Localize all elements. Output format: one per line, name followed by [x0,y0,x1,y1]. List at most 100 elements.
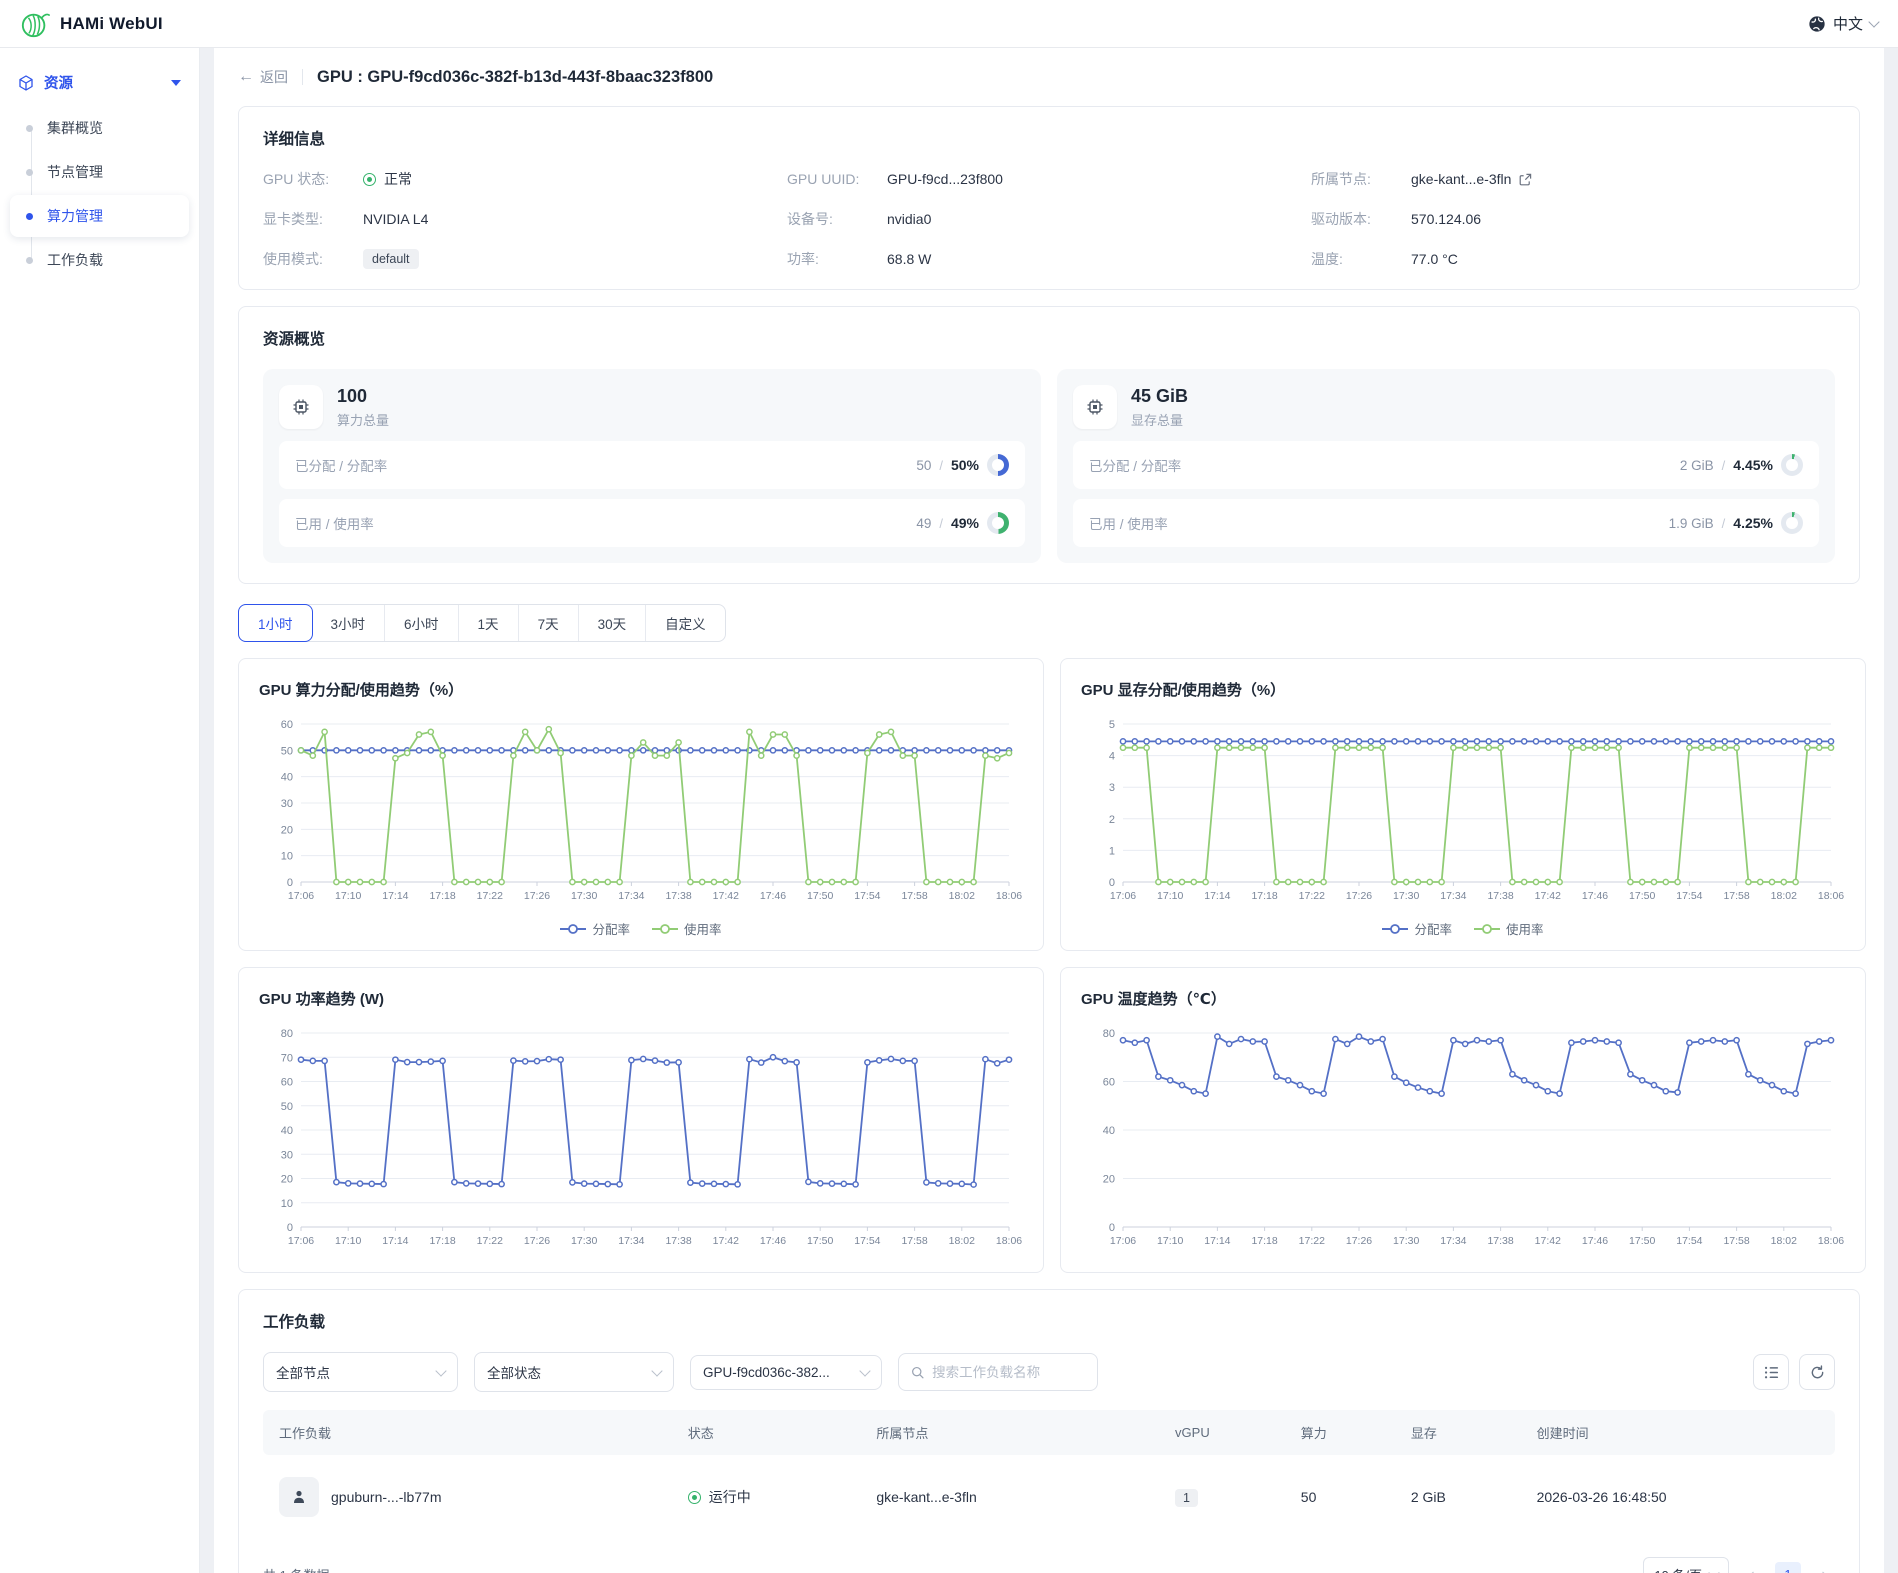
workload-name[interactable]: gpuburn-...-lb77m [331,1489,442,1505]
stat-value: 45 GiB [1131,386,1188,407]
svg-text:80: 80 [1103,1028,1115,1040]
prev-page-button[interactable]: ‹ [1741,1566,1763,1573]
svg-text:17:46: 17:46 [760,890,786,902]
sidebar-item-label: 算力管理 [47,206,103,226]
gpu-filter-value: GPU-f9cd036c-382... [703,1365,830,1380]
legend-item[interactable]: 分配率 [560,919,630,938]
compute-chip-icon [279,385,323,429]
legend-item[interactable]: 使用率 [652,919,722,938]
legend-item[interactable]: 使用率 [1474,919,1544,938]
svg-text:17:46: 17:46 [1582,1235,1608,1247]
pagination: 10 条/页 ‹ 1 › [1643,1557,1835,1573]
svg-text:0: 0 [287,1222,293,1234]
external-link-icon[interactable] [1519,173,1532,186]
workload-avatar-icon [279,1477,319,1517]
svg-text:20: 20 [281,1174,293,1186]
field-value: 77.0 °C [1411,251,1458,267]
sidebar-section-label: 资源 [44,72,161,93]
donut-gauge [1781,454,1803,476]
svg-text:10: 10 [281,851,293,863]
svg-text:17:58: 17:58 [1723,890,1749,902]
detail-field: GPU 状态:正常 [263,169,787,189]
svg-text:5: 5 [1109,719,1115,731]
chart-card: GPU 温度趋势（℃）02040608017:0617:1017:1417:18… [1060,967,1866,1273]
view-toggle-button[interactable] [1753,1354,1789,1390]
back-button[interactable]: ← 返回 [238,67,288,87]
field-value: 68.8 W [887,251,931,267]
next-page-button[interactable]: › [1813,1566,1835,1573]
sidebar-menu: 集群概览节点管理算力管理工作负载 [0,107,199,281]
svg-text:18:06: 18:06 [996,1235,1022,1247]
sidebar-item-link[interactable]: 节点管理 [0,151,189,193]
stat-line: 已用 / 使用率49/49% [279,499,1025,547]
page-size-value: 10 条/页 [1654,1565,1702,1573]
field-label: GPU UUID: [787,171,873,187]
svg-text:17:46: 17:46 [760,1235,786,1247]
svg-text:17:34: 17:34 [1440,1235,1466,1247]
svg-text:17:30: 17:30 [571,1235,597,1247]
status-filter-select[interactable]: 全部状态 [474,1352,674,1392]
sidebar-item-link[interactable]: 集群概览 [0,107,189,149]
gpu-filter-select[interactable]: GPU-f9cd036c-382... [690,1355,882,1390]
time-tab[interactable]: 3小时 [312,605,386,641]
app-logo: HAMi WebUI [20,9,163,39]
legend-marker-icon [1382,924,1408,934]
svg-text:17:18: 17:18 [1251,890,1277,902]
time-tab[interactable]: 1小时 [238,604,313,642]
svg-text:17:50: 17:50 [1629,1235,1655,1247]
language-switcher[interactable]: 中文 [1808,13,1878,34]
svg-text:17:54: 17:54 [854,1235,880,1247]
stat-amount: 1.9 GiB [1669,516,1714,531]
svg-text:17:22: 17:22 [477,890,503,902]
time-tab[interactable]: 7天 [519,605,579,641]
svg-text:18:02: 18:02 [1771,890,1797,902]
field-value: 570.124.06 [1411,211,1481,227]
svg-text:18:02: 18:02 [949,1235,975,1247]
field-value: nvidia0 [887,211,931,227]
sidebar-item-link[interactable]: 工作负载 [0,239,189,281]
memory-chip-icon [1073,385,1117,429]
donut-gauge [987,512,1009,534]
svg-text:17:38: 17:38 [665,1235,691,1247]
time-tab[interactable]: 6小时 [385,605,459,641]
svg-text:17:54: 17:54 [1676,1235,1702,1247]
legend-item[interactable]: 分配率 [1382,919,1452,938]
cube-icon [18,75,34,91]
svg-text:17:14: 17:14 [1204,1235,1230,1247]
app-header: HAMi WebUI 中文 [0,0,1898,48]
svg-text:18:06: 18:06 [996,890,1022,902]
legend-marker-icon [560,924,586,934]
field-label: GPU 状态: [263,169,349,189]
stat-amount: 50 [916,458,931,473]
sidebar-item-active[interactable]: 算力管理 [10,195,189,237]
stat-card: 45 GiB显存总量已分配 / 分配率2 GiB/4.45%已用 / 使用率1.… [1057,369,1835,563]
node-filter-select[interactable]: 全部节点 [263,1352,458,1392]
svg-text:4: 4 [1109,751,1115,763]
field-label: 驱动版本: [1311,209,1397,229]
field-label: 设备号: [787,209,873,229]
time-tab[interactable]: 30天 [579,605,647,641]
workload-search-input[interactable] [932,1365,1085,1380]
legend-marker-icon [652,924,678,934]
current-page[interactable]: 1 [1775,1562,1801,1573]
svg-text:17:38: 17:38 [1487,1235,1513,1247]
time-tab[interactable]: 自定义 [646,605,725,641]
svg-text:17:18: 17:18 [1251,1235,1277,1247]
svg-text:0: 0 [1109,877,1115,889]
svg-text:17:58: 17:58 [901,1235,927,1247]
refresh-button[interactable] [1799,1354,1835,1390]
status-running-icon [688,1491,701,1504]
table-row[interactable]: gpuburn-...-lb77m运行中gke-kant...e-3fln150… [263,1455,1835,1539]
stat-label: 显存总量 [1131,410,1188,429]
detail-field: 温度:77.0 °C [1311,249,1835,269]
stat-line-label: 已用 / 使用率 [295,513,374,533]
page-size-select[interactable]: 10 条/页 [1643,1557,1729,1573]
timeline-dot-icon [26,257,33,264]
time-tab[interactable]: 1天 [459,605,519,641]
chevron-down-icon [1708,1567,1719,1573]
svg-text:70: 70 [281,1052,293,1064]
svg-text:50: 50 [281,745,293,757]
sidebar-section-resources[interactable]: 资源 [0,62,199,103]
chevron-down-icon [651,1365,662,1376]
svg-text:17:10: 17:10 [335,890,361,902]
